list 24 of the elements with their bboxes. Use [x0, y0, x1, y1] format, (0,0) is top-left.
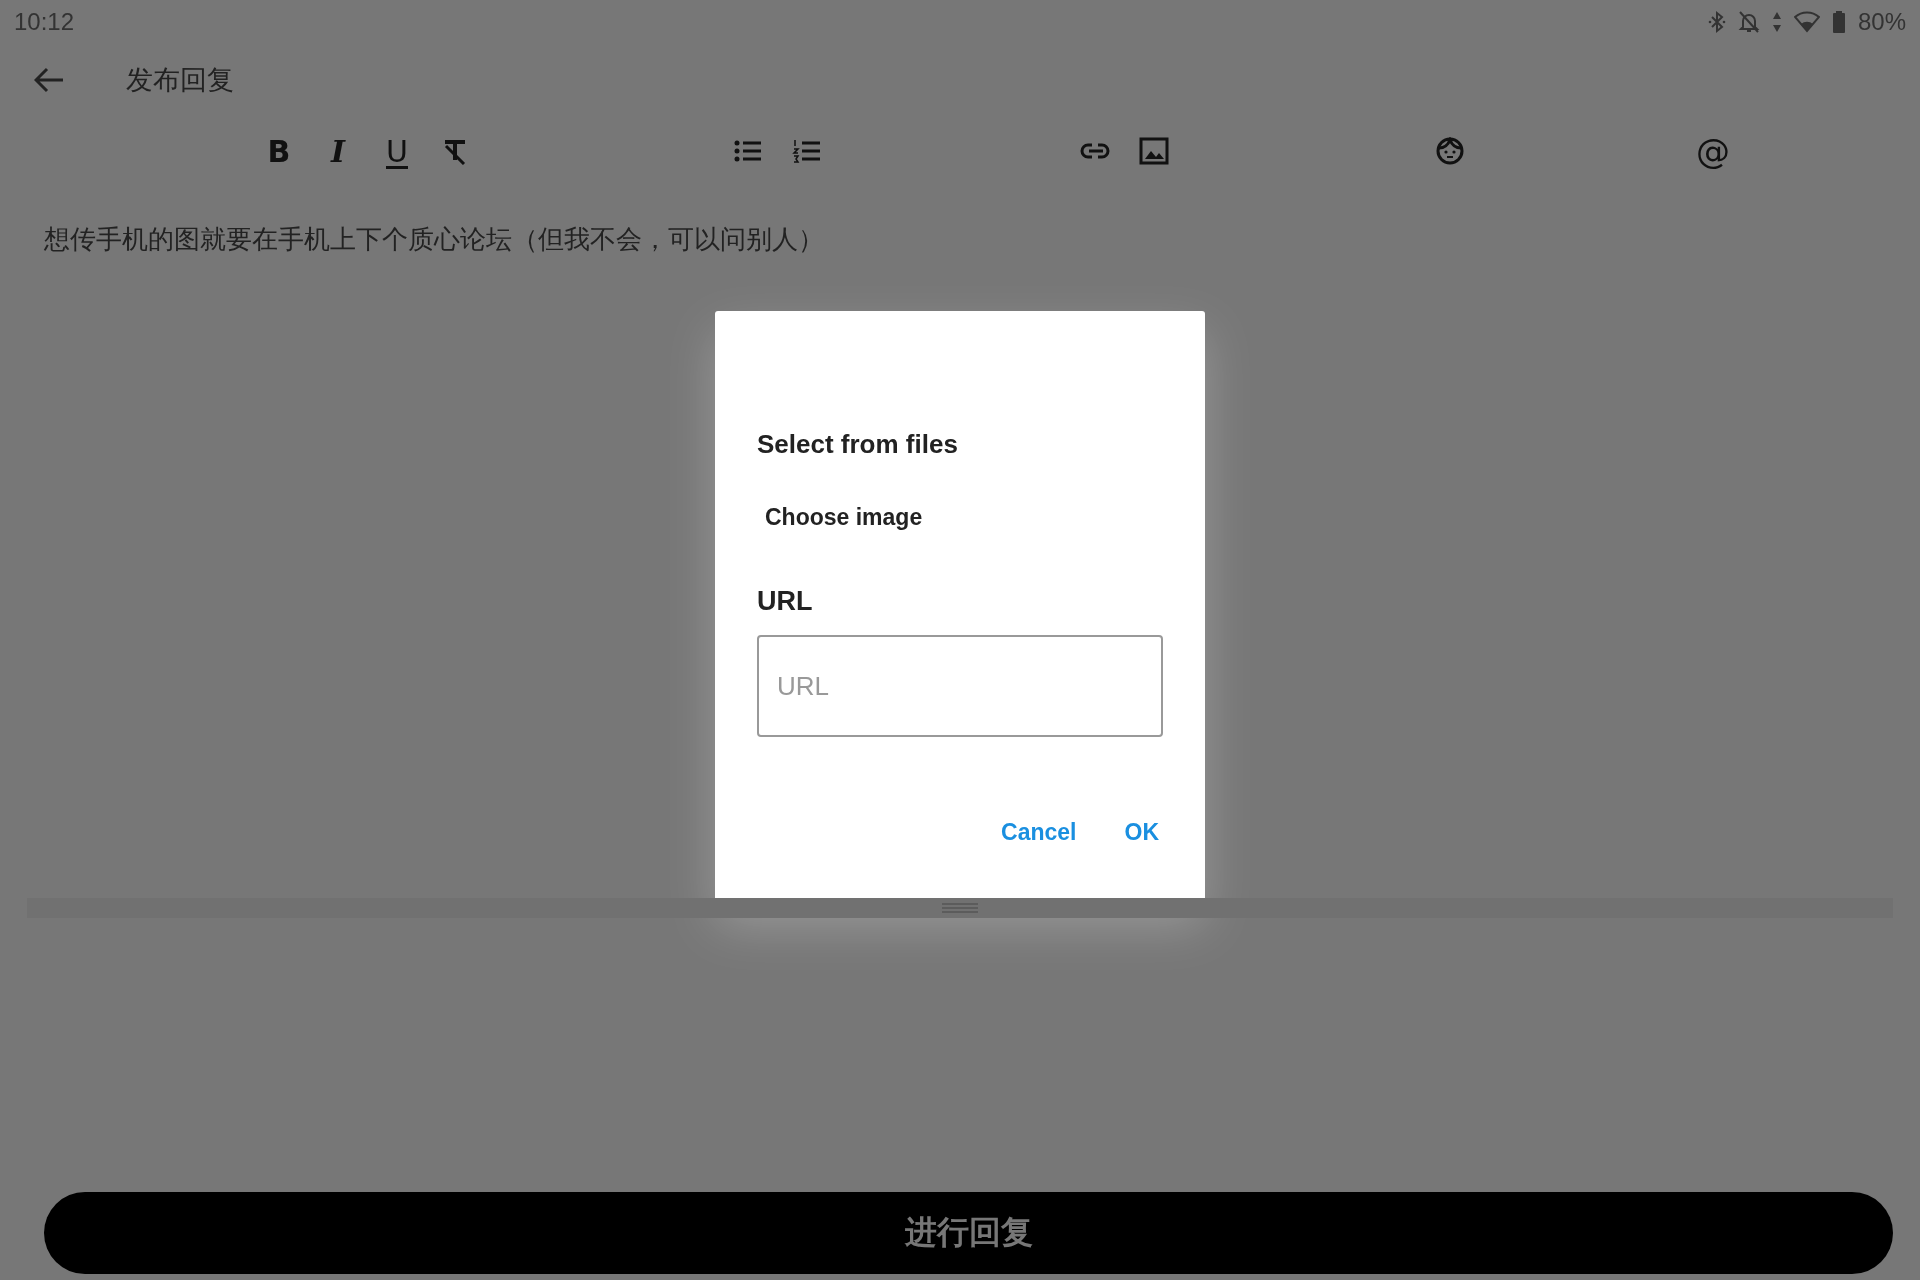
numbered-list-icon[interactable] [792, 137, 822, 165]
image-icon[interactable] [1139, 137, 1169, 165]
url-input-field[interactable]: URL [757, 635, 1163, 737]
page-title: 发布回复 [126, 64, 234, 97]
editor-text: 想传手机的图就要在手机上下个质心论坛（但我不会，可以问别人） [44, 223, 825, 256]
muted-bell-icon [1737, 10, 1760, 34]
bluetooth-icon [1707, 10, 1726, 34]
reply-button[interactable]: 进行回复 [44, 1192, 1893, 1274]
wifi-icon [1793, 11, 1820, 33]
underline-button[interactable]: U [382, 133, 412, 169]
battery-percent: 80% [1857, 8, 1906, 36]
back-arrow-icon[interactable] [34, 67, 64, 93]
face-icon[interactable] [1435, 137, 1465, 165]
bold-button[interactable]: B [264, 133, 294, 169]
choose-image-button[interactable]: Choose image [759, 500, 929, 535]
data-arrows-icon [1771, 11, 1782, 33]
italic-button[interactable]: I [323, 133, 353, 169]
field-label: URL [757, 586, 813, 617]
status-time: 10:12 [14, 8, 75, 36]
battery-icon [1831, 10, 1846, 34]
cancel-button[interactable]: Cancel [995, 815, 1083, 850]
mention-button[interactable]: @ [1693, 133, 1733, 169]
dialog-section-title: Select from files [757, 429, 958, 460]
ok-button[interactable]: OK [1118, 815, 1165, 850]
